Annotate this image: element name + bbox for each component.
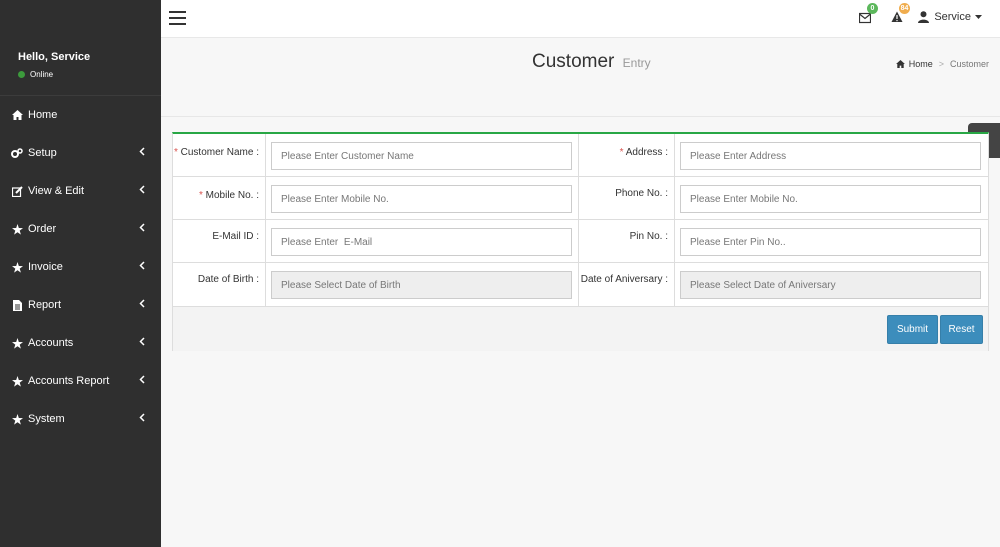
user-panel: Hello, Service Online	[0, 0, 161, 96]
sidebar-item-view-edit[interactable]: View & Edit	[0, 172, 161, 210]
phone-label: Phone No. :	[615, 188, 668, 199]
breadcrumb: Home > Customer	[895, 59, 989, 69]
address-input[interactable]	[680, 142, 981, 170]
edit-icon	[11, 185, 23, 197]
star-icon	[11, 223, 23, 235]
star-icon	[11, 261, 23, 273]
user-greeting: Hello, Service	[18, 51, 91, 63]
sidebar-toggle-icon[interactable]	[169, 11, 186, 25]
page-title-text: Customer	[532, 51, 615, 72]
sidebar-item-label: View & Edit	[28, 185, 85, 197]
sidebar-item-accounts[interactable]: Accounts	[0, 324, 161, 362]
sidebar-item-label: Accounts Report	[28, 375, 110, 387]
sidebar-menu: Home Setup View & Edit Order Invoice Rep…	[0, 96, 161, 438]
mobile-input[interactable]	[271, 185, 572, 213]
sidebar-item-report[interactable]: Report	[0, 286, 161, 324]
submit-button[interactable]: Submit	[887, 315, 938, 344]
cell-divider	[265, 177, 266, 220]
chevron-left-icon	[139, 261, 147, 271]
alert-count-badge: 84	[899, 3, 910, 14]
star-icon	[11, 337, 23, 349]
user-status: Online	[18, 70, 161, 79]
form-row: Date of Birth : Date of Aniversary :	[173, 263, 988, 307]
required-marker: *	[198, 190, 203, 201]
breadcrumb-current: Customer	[949, 59, 989, 69]
cell-divider	[674, 263, 675, 307]
sidebar-item-label: Accounts	[28, 337, 74, 349]
top-navbar: 0 84 Service	[161, 0, 1000, 38]
email-label: E-Mail ID :	[212, 231, 259, 242]
form-row: E-Mail ID : Pin No. :	[173, 220, 988, 263]
mail-notification-button[interactable]: 0	[858, 3, 878, 29]
mobile-label: * Mobile No. :	[173, 177, 265, 219]
dob-datepicker-input[interactable]	[271, 271, 572, 299]
sidebar-item-label: Home	[28, 109, 58, 121]
cell-divider	[265, 220, 266, 263]
sidebar-item-accounts-report[interactable]: Accounts Report	[0, 362, 161, 400]
anniversary-label: Date of Aniversary :	[580, 274, 668, 285]
sidebar-item-label: Setup	[28, 147, 57, 159]
file-icon	[11, 299, 23, 311]
user-menu-dropdown[interactable]: Service	[918, 11, 982, 23]
required-marker: *	[173, 147, 178, 158]
cell-divider	[674, 177, 675, 220]
content-header: Customer Entry Home > Customer	[161, 39, 1000, 117]
email-input[interactable]	[271, 228, 572, 256]
sidebar-item-home[interactable]: Home	[0, 96, 161, 134]
online-dot-icon	[18, 71, 25, 78]
sidebar-item-system[interactable]: System	[0, 400, 161, 438]
pin-input[interactable]	[680, 228, 981, 256]
form-row: * Mobile No. : Phone No. :	[173, 177, 988, 220]
sidebar-item-order[interactable]: Order	[0, 210, 161, 248]
alert-notification-button[interactable]: 84	[891, 3, 910, 29]
dob-label: Date of Birth :	[197, 274, 259, 285]
sidebar-item-label: Invoice	[28, 261, 63, 273]
user-icon	[918, 11, 930, 23]
cell-divider	[674, 220, 675, 263]
chevron-left-icon	[139, 299, 147, 309]
user-status-label: Online	[30, 70, 54, 79]
page-subtitle: Entry	[622, 56, 651, 70]
customer-name-label-text: Customer Name :	[180, 147, 259, 158]
chevron-left-icon	[139, 147, 147, 157]
customer-name-input[interactable]	[271, 142, 572, 170]
address-label: * Address :	[579, 134, 674, 176]
form-row: * Customer Name : * Address :	[173, 134, 988, 177]
mobile-label-text: Mobile No. :	[205, 190, 259, 201]
anniversary-datepicker-input[interactable]	[680, 271, 981, 299]
cell-divider	[265, 263, 266, 307]
reset-button[interactable]: Reset	[940, 315, 983, 344]
chevron-left-icon	[139, 375, 147, 385]
cell-divider	[265, 134, 266, 177]
sidebar-item-setup[interactable]: Setup	[0, 134, 161, 172]
home-icon	[11, 109, 23, 121]
caret-down-icon	[975, 14, 982, 19]
sidebar-item-label: Report	[28, 299, 62, 311]
star-icon	[11, 413, 23, 425]
customer-name-label: * Customer Name :	[173, 134, 265, 176]
cell-divider	[674, 134, 675, 177]
cogs-icon	[11, 147, 23, 159]
address-label-text: Address :	[625, 147, 668, 158]
sidebar-item-invoice[interactable]: Invoice	[0, 248, 161, 286]
mail-count-badge: 0	[867, 3, 878, 14]
pin-label: Pin No. :	[629, 231, 668, 242]
home-icon	[895, 60, 905, 68]
user-menu-label: Service	[934, 11, 971, 23]
sidebar: Hello, Service Online Home Setup View & …	[0, 0, 161, 547]
chevron-left-icon	[139, 185, 147, 195]
sidebar-item-label: System	[28, 413, 65, 425]
chevron-left-icon	[139, 413, 147, 423]
phone-input[interactable]	[680, 185, 981, 213]
customer-entry-form: * Customer Name : * Address : * Mobile N…	[172, 132, 989, 351]
star-icon	[11, 375, 23, 387]
chevron-left-icon	[139, 337, 147, 347]
required-marker: *	[619, 147, 624, 158]
breadcrumb-home-link[interactable]: Home	[909, 59, 933, 69]
form-actions: Submit Reset	[173, 307, 988, 351]
page-title: Customer Entry	[532, 51, 651, 73]
sidebar-item-label: Order	[28, 223, 57, 235]
chevron-left-icon	[139, 223, 147, 233]
breadcrumb-separator: >	[938, 59, 944, 69]
